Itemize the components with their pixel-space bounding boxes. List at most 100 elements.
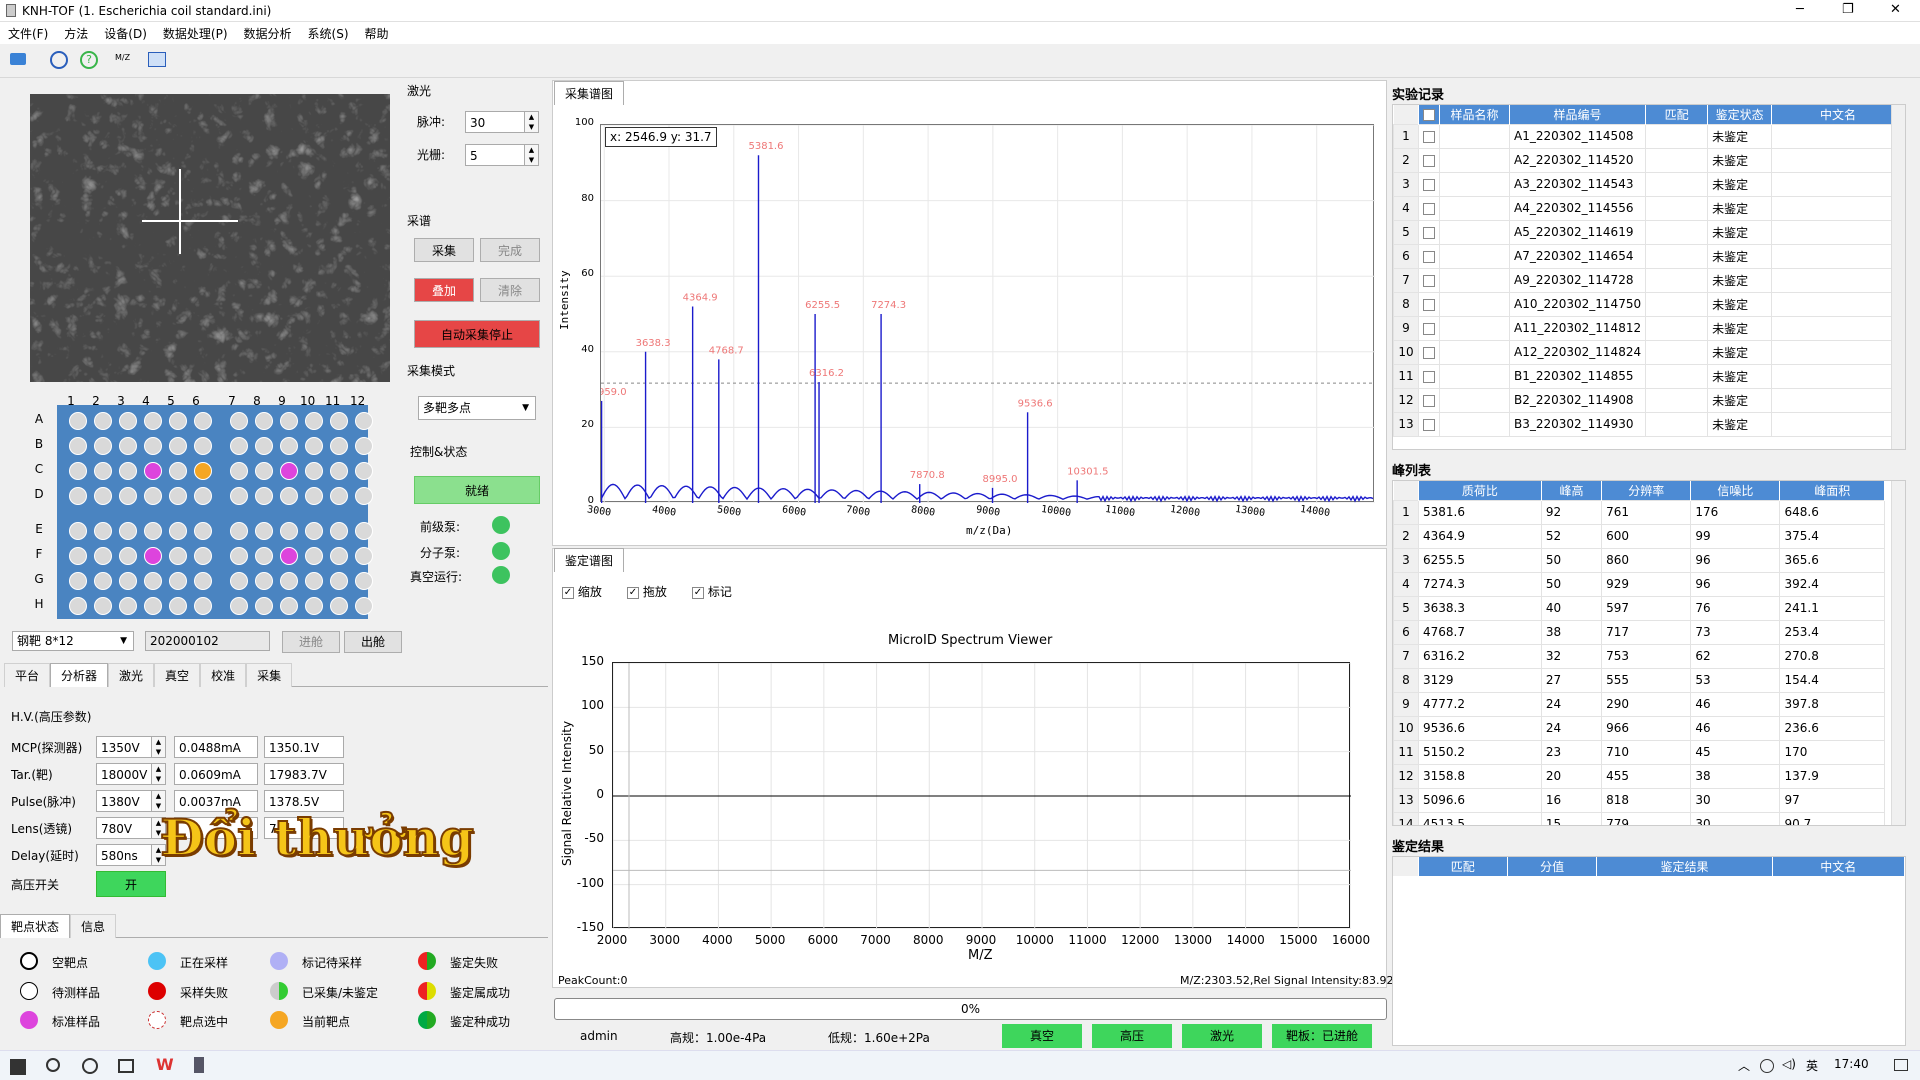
mark-option[interactable]: ✓ 标记	[692, 583, 732, 600]
menu-file[interactable]: 文件(F)	[0, 22, 56, 45]
table-row[interactable]: 1 5381.6 92 761 176 648.6	[1393, 499, 1885, 525]
checkbox-icon[interactable]	[1423, 346, 1435, 359]
plate-spot[interactable]	[305, 437, 323, 455]
task-view-icon[interactable]	[118, 1059, 134, 1073]
hv-set-spinbox[interactable]: 580ns ▲ ▼	[96, 844, 166, 866]
row-checkbox-cell[interactable]	[1418, 123, 1440, 149]
plate-spot[interactable]	[169, 597, 187, 615]
plate-spot[interactable]	[305, 597, 323, 615]
tray-up-icon[interactable]: ︿	[1738, 1057, 1750, 1074]
plate-spot[interactable]	[280, 547, 298, 565]
collect-mode-select[interactable]: 多靶多点 ▼	[418, 396, 536, 420]
col-result-cn[interactable]: 中文名	[1772, 857, 1906, 876]
table-row[interactable]: 11 B1_220302_114855 未鉴定	[1393, 363, 1905, 389]
plate-spot[interactable]	[305, 572, 323, 590]
plate-spot[interactable]	[255, 597, 273, 615]
menu-system[interactable]: 系统(S)	[300, 22, 357, 45]
row-checkbox-cell[interactable]	[1418, 243, 1440, 269]
collect-button[interactable]: 采集	[414, 238, 474, 262]
checkbox-icon[interactable]	[1423, 322, 1435, 335]
plate-spot[interactable]	[69, 462, 87, 480]
tab-ident-spectrum[interactable]: 鉴定谱图	[554, 548, 625, 572]
hv-set-spinbox[interactable]: 780V ▲ ▼	[96, 817, 166, 839]
plate-spot[interactable]	[144, 522, 162, 540]
tab-laser[interactable]: 激光	[108, 663, 155, 687]
plate-spot[interactable]	[255, 462, 273, 480]
col-sample-name[interactable]: 样品名称	[1439, 105, 1510, 124]
plate-spot[interactable]	[255, 522, 273, 540]
screen-icon[interactable]	[148, 52, 166, 67]
tab-collect[interactable]: 采集	[246, 663, 293, 687]
plate-spot[interactable]	[169, 547, 187, 565]
load-out-button[interactable]: 出舱	[344, 631, 402, 653]
table-row[interactable]: 11 5150.2 23 710 45 170	[1393, 739, 1885, 765]
records-scrollbar[interactable]	[1891, 105, 1905, 449]
menu-device[interactable]: 设备(D)	[96, 22, 155, 45]
plate-spot[interactable]	[119, 597, 137, 615]
plate-spot[interactable]	[94, 547, 112, 565]
plate-spot[interactable]	[305, 462, 323, 480]
plate-spot[interactable]	[255, 412, 273, 430]
plate-spot[interactable]	[69, 547, 87, 565]
plate-spot[interactable]	[280, 597, 298, 615]
col-match[interactable]: 匹配	[1645, 105, 1709, 124]
plate-spot[interactable]	[144, 572, 162, 590]
tab-target-status[interactable]: 靶点状态	[0, 914, 71, 938]
plate-spot[interactable]	[69, 572, 87, 590]
target-code-field[interactable]: 202000102	[145, 631, 270, 651]
plate-spot[interactable]	[144, 487, 162, 505]
checkbox-icon[interactable]	[1423, 154, 1435, 167]
tab-analyzer[interactable]: 分析器	[50, 663, 109, 687]
table-row[interactable]: 3 6255.5 50 860 96 365.6	[1393, 547, 1885, 573]
table-row[interactable]: 2 4364.9 52 600 99 375.4	[1393, 523, 1885, 549]
notification-icon[interactable]	[1894, 1059, 1908, 1071]
hv-set-spinbox[interactable]: 1380V ▲ ▼	[96, 790, 166, 812]
volume-icon[interactable]: ◁)	[1782, 1057, 1796, 1071]
table-row[interactable]: 8 3129 27 555 53 154.4	[1393, 667, 1885, 693]
tab-info[interactable]: 信息	[70, 914, 117, 938]
plate-spot[interactable]	[355, 597, 373, 615]
col-mz[interactable]: 质荷比	[1418, 481, 1542, 500]
plate-spot[interactable]	[194, 462, 212, 480]
select-all-cell[interactable]	[1418, 105, 1440, 124]
table-row[interactable]: 12 B2_220302_114908 未鉴定	[1393, 387, 1905, 413]
ime-indicator[interactable]: 英	[1806, 1057, 1818, 1074]
target-plate[interactable]	[57, 405, 373, 619]
plate-spot[interactable]	[119, 412, 137, 430]
plate-spot[interactable]	[280, 572, 298, 590]
camera-view[interactable]	[30, 94, 390, 382]
plate-spot[interactable]	[169, 412, 187, 430]
plate-spot[interactable]	[194, 522, 212, 540]
table-row[interactable]: 1 A1_220302_114508 未鉴定	[1393, 123, 1905, 149]
row-checkbox-cell[interactable]	[1418, 291, 1440, 317]
table-row[interactable]: 5 A5_220302_114619 未鉴定	[1393, 219, 1905, 245]
spin-arrows-icon[interactable]: ▲ ▼	[151, 764, 165, 784]
table-row[interactable]: 5 3638.3 40 597 76 241.1	[1393, 595, 1885, 621]
checkbox-checked-icon[interactable]: ✓	[692, 586, 704, 599]
checkbox-checked-icon[interactable]: ✓	[627, 586, 639, 599]
plate-spot[interactable]	[94, 597, 112, 615]
plate-spot[interactable]	[230, 597, 248, 615]
plate-spot[interactable]	[255, 487, 273, 505]
plate-spot[interactable]	[330, 547, 348, 565]
plate-spot[interactable]	[305, 412, 323, 430]
cortana-icon[interactable]	[82, 1058, 98, 1074]
table-row[interactable]: 9 4777.2 24 290 46 397.8	[1393, 691, 1885, 717]
checkbox-checked-icon[interactable]: ✓	[562, 586, 574, 599]
plate-spot[interactable]	[305, 487, 323, 505]
plate-spot[interactable]	[255, 547, 273, 565]
checkbox-icon[interactable]	[1423, 250, 1435, 263]
table-row[interactable]: 4 7274.3 50 929 96 392.4	[1393, 571, 1885, 597]
plate-spot[interactable]	[330, 572, 348, 590]
checkbox-icon[interactable]	[1423, 370, 1435, 383]
plate-spot[interactable]	[69, 597, 87, 615]
row-checkbox-cell[interactable]	[1418, 147, 1440, 173]
plate-spot[interactable]	[119, 437, 137, 455]
col-height[interactable]: 峰高	[1541, 481, 1603, 500]
plate-spot[interactable]	[69, 522, 87, 540]
plate-spot[interactable]	[230, 487, 248, 505]
plate-spot[interactable]	[255, 572, 273, 590]
row-checkbox-cell[interactable]	[1418, 339, 1440, 365]
tab-vacuum[interactable]: 真空	[154, 663, 201, 687]
plate-spot[interactable]	[119, 522, 137, 540]
